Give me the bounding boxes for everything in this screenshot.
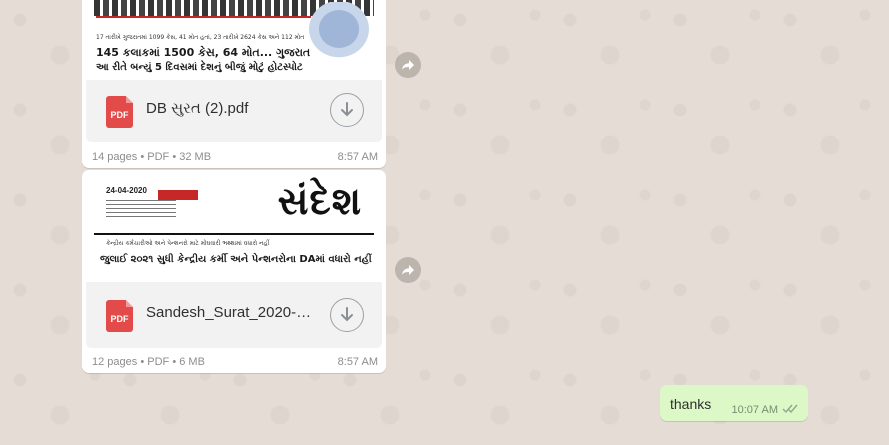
forward-arrow-icon: [402, 265, 414, 275]
message-time: 8:57 AM: [337, 356, 378, 368]
document-file-row[interactable]: PDF Sandesh_Surat_2020-04-24.pdf: [86, 282, 382, 348]
page-count: 14 pages: [92, 151, 138, 163]
page-count: 12 pages: [92, 356, 138, 368]
meta-separator: •: [140, 151, 145, 163]
map-graphic: [304, 2, 374, 62]
preview-headline: આ રીતે બન્યું 5 દિવસમાં દેશનું બીજું મોટ…: [96, 62, 303, 73]
newspaper-small-print: [106, 200, 176, 220]
newspaper-badge: [158, 190, 198, 200]
download-arrow-icon: [341, 307, 353, 322]
outgoing-message[interactable]: thanks 10:07 AM: [660, 385, 808, 421]
document-message[interactable]: 24-04-2020 સંદેશ કેન્દ્રીય કર્મચારીઓ અને…: [82, 170, 386, 373]
meta-separator: •: [172, 151, 177, 163]
document-file-row[interactable]: PDF DB સુરત (2).pdf: [86, 80, 382, 142]
newspaper-date: 24-04-2020: [106, 186, 147, 195]
file-name: DB સુરત (2).pdf: [146, 100, 249, 117]
download-arrow-icon: [341, 102, 353, 117]
forward-arrow-icon: [402, 60, 414, 70]
download-button[interactable]: [330, 93, 364, 127]
double-check-icon: [782, 404, 798, 414]
meta-separator: •: [140, 356, 145, 368]
forward-button[interactable]: [395, 257, 421, 283]
file-name: Sandesh_Surat_2020-04-24.pdf: [146, 304, 316, 321]
message-time: 10:07 AM: [731, 404, 778, 416]
file-size: 6 MB: [179, 356, 205, 368]
document-preview[interactable]: 24-04-2020 સંદેશ કેન્દ્રીય કર્મચારીઓ અને…: [86, 174, 382, 282]
meta-separator: •: [172, 356, 177, 368]
newspaper-masthead: સંદેશ: [277, 178, 362, 223]
preview-line: 17 તારીખે ગુજરાતમાં 1099 કેસ, 41 મોત હતા…: [96, 34, 305, 41]
pdf-file-icon: PDF: [106, 300, 133, 332]
download-button[interactable]: [330, 298, 364, 332]
newspaper-rule: [94, 233, 374, 235]
file-type: PDF: [147, 356, 170, 368]
pdf-file-icon: PDF: [106, 96, 133, 128]
document-preview[interactable]: 17 તારીખે ગુજરાતમાં 1099 કેસ, 41 મોત હતા…: [86, 0, 382, 80]
message-text: thanks: [670, 396, 712, 412]
newspaper-rule: [96, 16, 311, 18]
pdf-badge-label: PDF: [110, 314, 129, 324]
preview-line: કેન્દ્રીય કર્મચારીઓ અને પેન્શનરો માટે મો…: [106, 240, 270, 247]
file-type: PDF: [147, 151, 170, 163]
preview-headline: 145 કલાકમાં 1500 કેસ, 64 મોત... ગુજરાત: [96, 46, 311, 59]
message-time: 8:57 AM: [337, 151, 378, 163]
preview-headline: જુલાઈ ૨૦૨૧ સુધી કેન્દ્રીય કર્મી અને પેન્…: [100, 254, 372, 265]
forward-button[interactable]: [395, 52, 421, 78]
pdf-badge-label: PDF: [110, 110, 129, 120]
file-size: 32 MB: [179, 151, 212, 163]
document-message[interactable]: 17 તારીખે ગુજરાતમાં 1099 કેસ, 41 મોત હતા…: [82, 0, 386, 168]
